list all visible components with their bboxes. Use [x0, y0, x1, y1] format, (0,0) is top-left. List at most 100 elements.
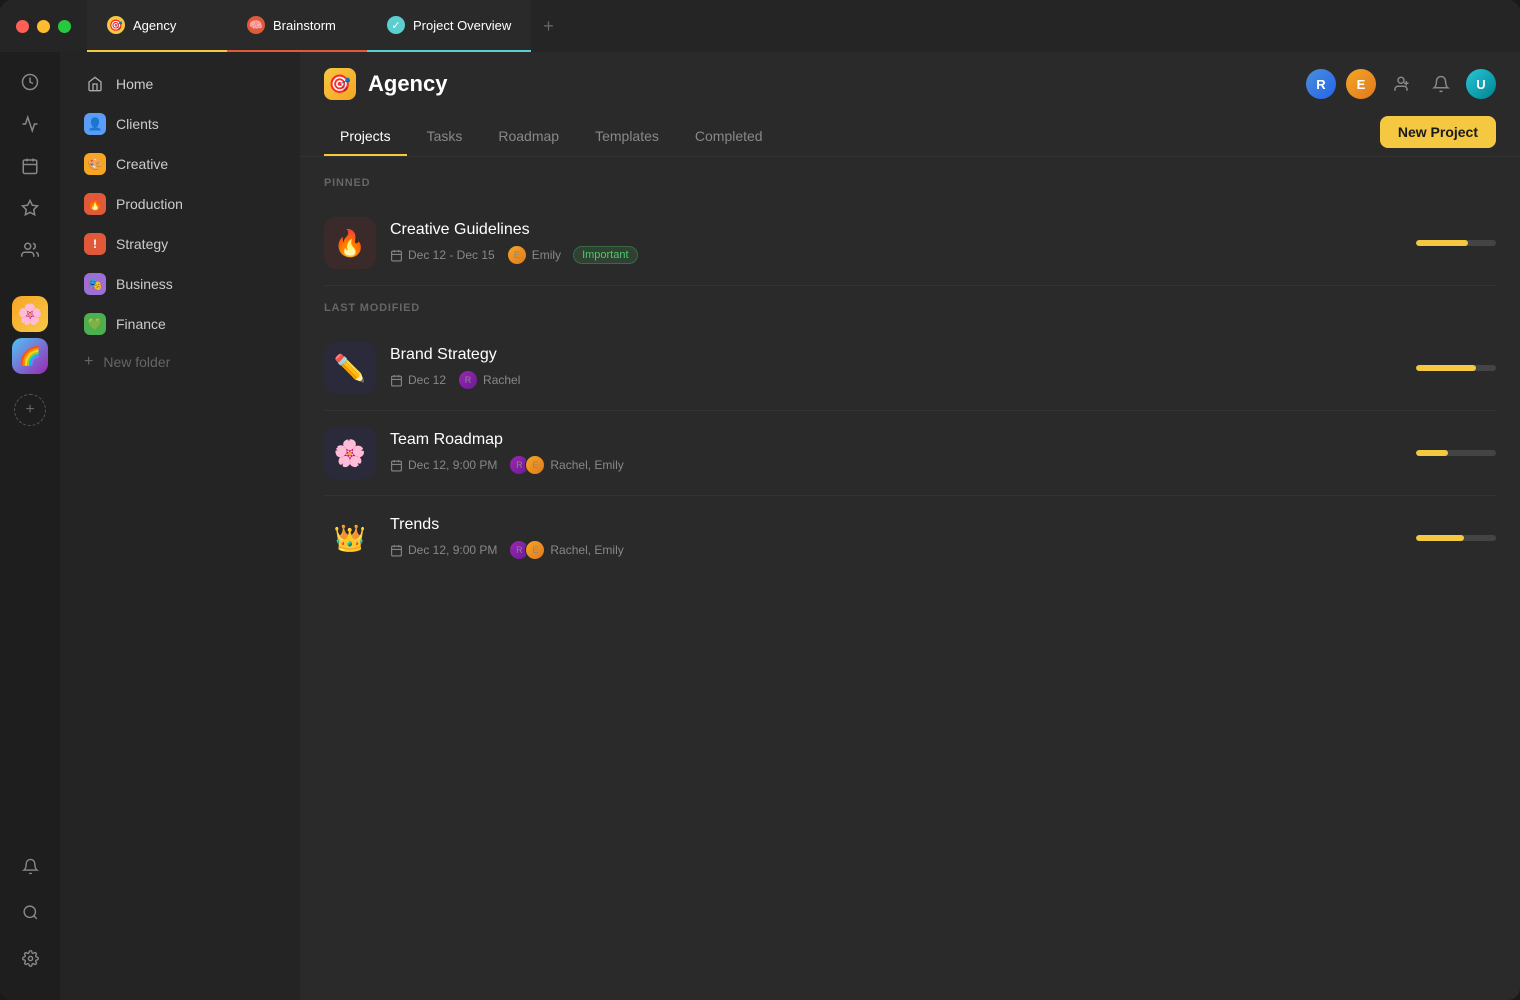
date-team-roadmap: Dec 12, 9:00 PM: [408, 458, 497, 472]
strategy-icon: !: [84, 233, 106, 255]
pinned-section-label: PINNED: [324, 177, 1496, 189]
sidebar-item-finance[interactable]: 💚 Finance: [68, 305, 292, 343]
tab-projects[interactable]: Projects: [324, 118, 407, 156]
assignee-names-team-roadmap: Rachel, Emily: [550, 458, 623, 472]
creative-icon: 🎨: [84, 153, 106, 175]
project-item-creative-guidelines[interactable]: 🔥 Creative Guidelines Dec 12 - Dec 15 E: [324, 201, 1496, 286]
assignee-avatars-creative-guidelines: E: [507, 245, 527, 265]
project-info-creative-guidelines: Creative Guidelines Dec 12 - Dec 15 E Em…: [390, 221, 1496, 265]
tab-roadmap[interactable]: Roadmap: [482, 118, 575, 156]
assignee-names-trends: Rachel, Emily: [550, 543, 623, 557]
production-icon: 🔥: [84, 193, 106, 215]
tracker-icon-btn[interactable]: [12, 106, 48, 142]
content-title-icon: 🎯: [324, 68, 356, 100]
sidebar-item-production[interactable]: 🔥 Production: [68, 185, 292, 223]
content-title-area: 🎯 Agency: [324, 68, 447, 100]
new-project-button[interactable]: New Project: [1380, 116, 1496, 148]
project-icon-team-roadmap: 🌸: [324, 427, 376, 479]
tab-completed[interactable]: Completed: [679, 118, 779, 156]
sidebar-item-creative[interactable]: 🎨 Creative: [68, 145, 292, 183]
browser-tabs: 🎯 Agency 🧠 Brainstorm ✓ Project Overview…: [87, 0, 1520, 52]
icon-sidebar-top: 🌸 🌈 +: [12, 64, 48, 842]
tab-templates[interactable]: Templates: [579, 118, 675, 156]
rainbow-app-icon[interactable]: 🌈: [12, 338, 48, 374]
sidebar-label-strategy: Strategy: [116, 236, 168, 252]
tab-project-overview[interactable]: ✓ Project Overview: [367, 0, 531, 52]
calendar-icon-btn[interactable]: [12, 148, 48, 184]
members-icon-btn[interactable]: [12, 232, 48, 268]
date-brand-strategy: Dec 12: [408, 373, 446, 387]
assignee-emily-2: E: [525, 455, 545, 475]
assignee-avatars-team-roadmap: R E: [509, 455, 545, 475]
meta-assignees-trends: R E Rachel, Emily: [509, 540, 623, 560]
meta-assignees-team-roadmap: R E Rachel, Emily: [509, 455, 623, 475]
tab-agency-icon: 🎯: [107, 16, 125, 34]
date-creative-guidelines: Dec 12 - Dec 15: [408, 248, 495, 262]
app-window: 🎯 Agency 🧠 Brainstorm ✓ Project Overview…: [0, 0, 1520, 1000]
search-icon-btn[interactable]: [12, 894, 48, 930]
progress-trends: [1416, 535, 1496, 541]
meta-date-trends: Dec 12, 9:00 PM: [390, 543, 497, 557]
progress-fill: [1416, 450, 1448, 456]
project-meta-trends: Dec 12, 9:00 PM R E Rachel, Emily: [390, 540, 1496, 560]
progress-fill: [1416, 240, 1468, 246]
home-icon: [84, 73, 106, 95]
project-icon-brand-strategy: ✏️: [324, 342, 376, 394]
add-tab-button[interactable]: +: [531, 0, 566, 52]
sidebar-item-home[interactable]: Home: [68, 65, 292, 103]
meta-date-creative-guidelines: Dec 12 - Dec 15: [390, 248, 495, 262]
avatar-emily[interactable]: E: [1346, 69, 1376, 99]
sidebar-label-business: Business: [116, 276, 173, 292]
notifications-bell-icon[interactable]: [1426, 69, 1456, 99]
meta-assignees-creative-guidelines: E Emily: [507, 245, 561, 265]
date-trends: Dec 12, 9:00 PM: [408, 543, 497, 557]
sidebar-label-clients: Clients: [116, 116, 159, 132]
project-name-trends: Trends: [390, 516, 1496, 534]
clients-icon: 👤: [84, 113, 106, 135]
tab-overview-icon: ✓: [387, 16, 405, 34]
assignee-emily-3: E: [525, 540, 545, 560]
project-item-brand-strategy[interactable]: ✏️ Brand Strategy Dec 12 R: [324, 326, 1496, 411]
sidebar-label-home: Home: [116, 76, 153, 92]
favorites-icon-btn[interactable]: [12, 190, 48, 226]
tab-agency[interactable]: 🎯 Agency: [87, 0, 227, 52]
sidebar-item-strategy[interactable]: ! Strategy: [68, 225, 292, 263]
tag-important: Important: [573, 246, 637, 264]
project-item-team-roadmap[interactable]: 🌸 Team Roadmap Dec 12, 9:00 PM R: [324, 411, 1496, 496]
avatar-rachel[interactable]: R: [1306, 69, 1336, 99]
assignee-name-emily: Emily: [532, 248, 561, 262]
notifications-icon-btn[interactable]: [12, 848, 48, 884]
sidebar-item-business[interactable]: 🎭 Business: [68, 265, 292, 303]
last-modified-section-label: LAST MODIFIED: [324, 302, 1496, 314]
sidebar-item-clients[interactable]: 👤 Clients: [68, 105, 292, 143]
content-title: Agency: [368, 71, 447, 97]
progress-creative-guidelines: [1416, 240, 1496, 246]
meta-assignees-brand-strategy: R Rachel: [458, 370, 520, 390]
new-folder-label: New folder: [103, 354, 170, 370]
close-button[interactable]: [16, 20, 29, 33]
nav-sidebar: Home 👤 Clients 🎨 Creative 🔥 Production !…: [60, 52, 300, 1000]
project-name-creative-guidelines: Creative Guidelines: [390, 221, 1496, 239]
maximize-button[interactable]: [58, 20, 71, 33]
activity-icon-btn[interactable]: [12, 64, 48, 100]
assignee-avatars-trends: R E: [509, 540, 545, 560]
add-member-icon[interactable]: [1386, 69, 1416, 99]
flower-app-icon[interactable]: 🌸: [12, 296, 48, 332]
project-item-trends[interactable]: 👑 Trends Dec 12, 9:00 PM R E: [324, 496, 1496, 580]
avatar-user[interactable]: U: [1466, 69, 1496, 99]
window-controls: [0, 0, 87, 52]
assignee-avatars-brand-strategy: R: [458, 370, 478, 390]
tab-tasks[interactable]: Tasks: [411, 118, 479, 156]
settings-icon-btn[interactable]: [12, 940, 48, 976]
assignee-rachel: R: [458, 370, 478, 390]
tab-brainstorm[interactable]: 🧠 Brainstorm: [227, 0, 367, 52]
tab-brainstorm-label: Brainstorm: [273, 18, 336, 33]
meta-date-team-roadmap: Dec 12, 9:00 PM: [390, 458, 497, 472]
assignee-emily: E: [507, 245, 527, 265]
project-name-team-roadmap: Team Roadmap: [390, 431, 1496, 449]
icon-sidebar-bottom: [12, 848, 48, 988]
minimize-button[interactable]: [37, 20, 50, 33]
add-workspace-button[interactable]: +: [14, 394, 46, 426]
new-folder-button[interactable]: + New folder: [68, 345, 292, 379]
content-area: 🎯 Agency R E U Projects: [300, 52, 1520, 1000]
